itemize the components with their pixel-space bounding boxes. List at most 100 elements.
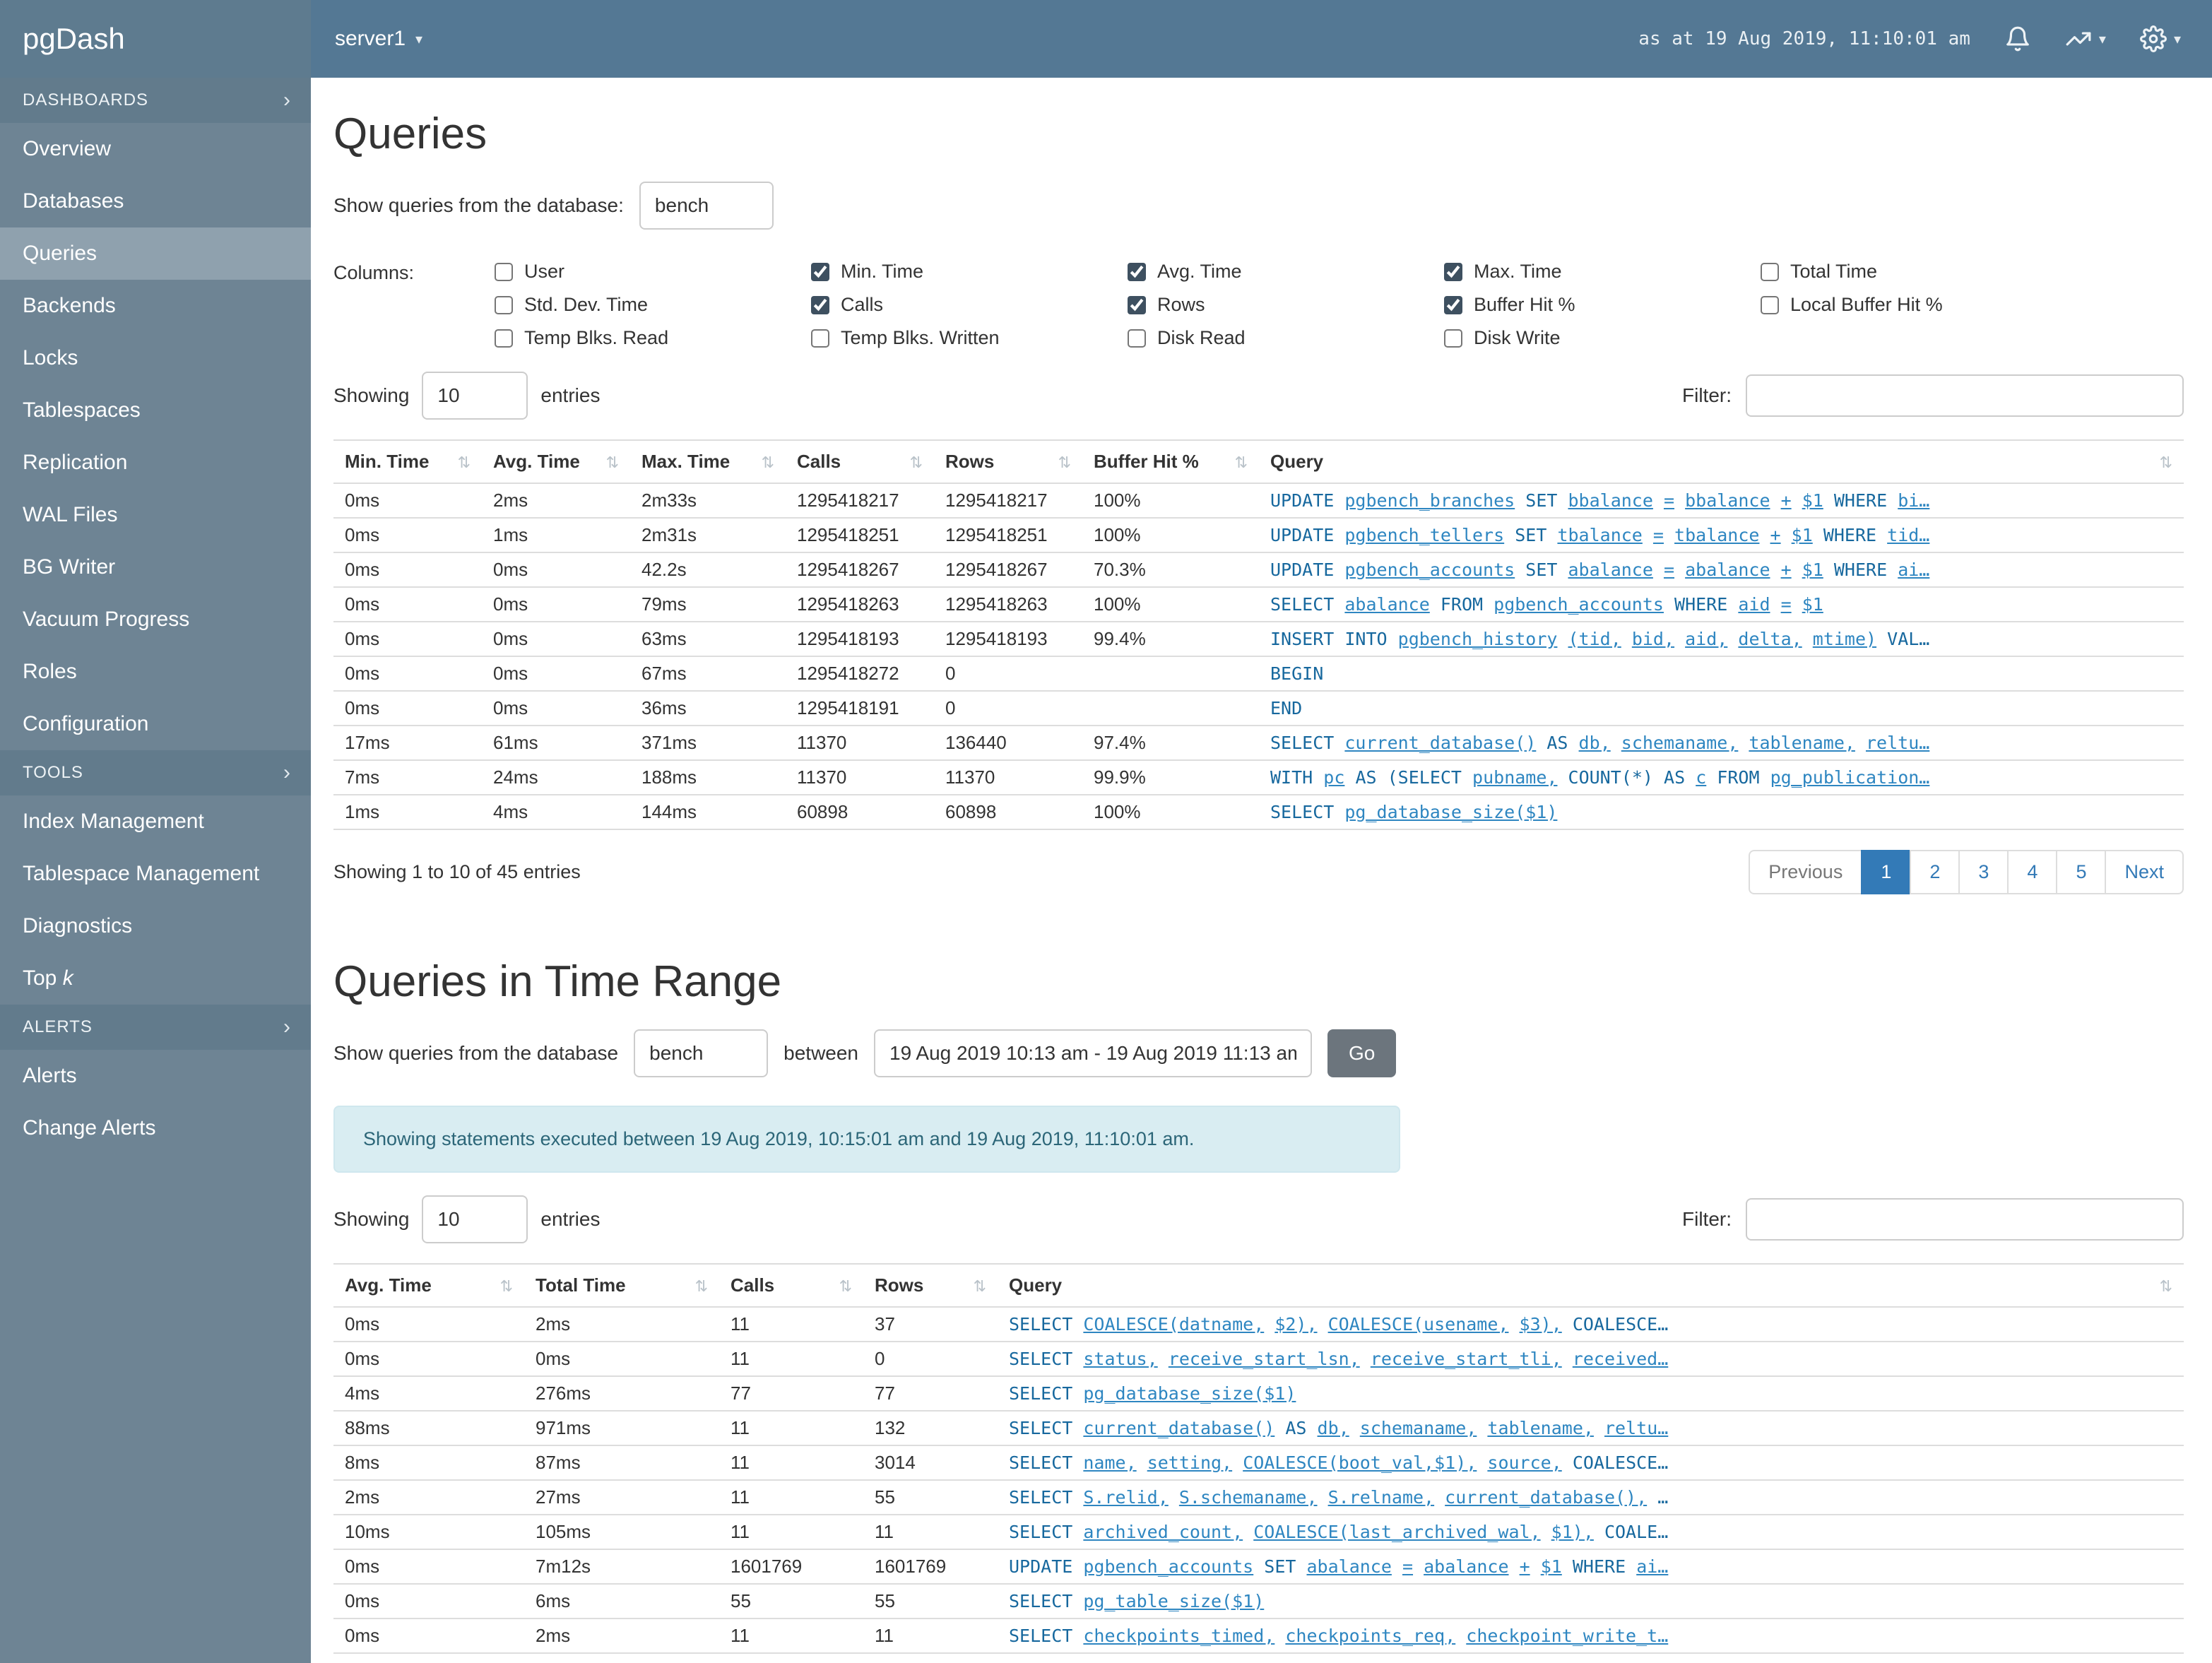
column-header-avg-time[interactable]: ⇅ Avg. Time (482, 439, 630, 484)
notifications-button[interactable] (2004, 25, 2031, 52)
checkbox-disk-read[interactable] (1128, 329, 1146, 348)
sort-icon[interactable]: ⇅ (2160, 454, 2172, 472)
checkbox-std-dev-time[interactable] (495, 295, 513, 314)
column-header-rows[interactable]: ⇅ Rows (863, 1263, 998, 1308)
sort-icon[interactable]: ⇅ (762, 454, 774, 472)
column-toggle-total-time[interactable]: Total Time (1761, 261, 2077, 283)
query-link[interactable]: SELECT name, setting, COALESCE(boot_val,… (1009, 1452, 1668, 1473)
column-toggle-min-time[interactable]: Min. Time (811, 261, 1128, 283)
checkbox-temp-blks-written[interactable] (811, 329, 829, 348)
checkbox-local-buffer-hit[interactable] (1761, 295, 1779, 314)
pagination-page-3[interactable]: 3 (1958, 850, 2009, 894)
filter-input[interactable] (1746, 374, 2184, 417)
query-link[interactable]: INSERT INTO pgbench_history (tid, bid, a… (1270, 629, 1929, 649)
column-header-rows[interactable]: ⇅ Rows (934, 439, 1082, 484)
sort-icon[interactable]: ⇅ (1058, 454, 1071, 472)
sidebar-item-alerts[interactable]: Alerts (0, 1050, 311, 1102)
sidebar-item-diagnostics[interactable]: Diagnostics (0, 900, 311, 952)
date-range-input[interactable] (874, 1029, 1313, 1077)
sort-icon[interactable]: ⇅ (695, 1277, 708, 1296)
sidebar-item-tablespaces[interactable]: Tablespaces (0, 384, 311, 437)
sort-icon[interactable]: ⇅ (1235, 454, 1248, 472)
sort-icon[interactable]: ⇅ (500, 1277, 513, 1296)
query-link[interactable]: END (1270, 698, 1302, 718)
column-header-avg-time[interactable]: ⇅ Avg. Time (333, 1263, 524, 1308)
query-link[interactable]: SELECT archived_count, COALESCE(last_arc… (1009, 1522, 1668, 1542)
sidebar-item-index-management[interactable]: Index Management (0, 795, 311, 848)
column-toggle-user[interactable]: User (495, 261, 811, 283)
sort-icon[interactable]: ⇅ (910, 454, 923, 472)
column-toggle-disk-read[interactable]: Disk Read (1128, 327, 1444, 349)
sidebar-item-roles[interactable]: Roles (0, 646, 311, 698)
checkbox-avg-time[interactable] (1128, 262, 1146, 281)
checkbox-calls[interactable] (811, 295, 829, 314)
sort-icon[interactable]: ⇅ (839, 1277, 852, 1296)
checkbox-min-time[interactable] (811, 262, 829, 281)
column-header-query[interactable]: ⇅ Query (1259, 439, 2184, 484)
column-header-calls[interactable]: ⇅ Calls (719, 1263, 863, 1308)
query-link[interactable]: UPDATE pgbench_branches SET bbalance = b… (1270, 490, 1929, 511)
query-link[interactable]: SELECT status, receive_start_lsn, receiv… (1009, 1349, 1668, 1369)
query-link[interactable]: SELECT COALESCE(datname, $2), COALESCE(u… (1009, 1314, 1668, 1334)
column-header-buffer-hit[interactable]: ⇅ Buffer Hit % (1082, 439, 1259, 484)
column-toggle-max-time[interactable]: Max. Time (1444, 261, 1761, 283)
query-link[interactable]: WITH pc AS (SELECT pubname, COUNT(*) AS … (1270, 767, 1929, 788)
database-input[interactable] (639, 182, 774, 230)
checkbox-disk-write[interactable] (1444, 329, 1462, 348)
column-toggle-std-dev-time[interactable]: Std. Dev. Time (495, 294, 811, 316)
checkbox-buffer-hit[interactable] (1444, 295, 1462, 314)
column-header-query[interactable]: ⇅ Query (998, 1263, 2184, 1308)
query-link[interactable]: SELECT abalance FROM pgbench_accounts WH… (1270, 594, 1823, 615)
sidebar-item-queries[interactable]: Queries (0, 227, 311, 280)
sidebar-section-header-tools[interactable]: TOOLS › (0, 750, 311, 795)
page-size-input-2[interactable] (422, 1195, 528, 1243)
column-header-calls[interactable]: ⇅ Calls (786, 439, 934, 484)
sidebar-item-overview[interactable]: Overview (0, 123, 311, 175)
column-toggle-temp-blks-written[interactable]: Temp Blks. Written (811, 327, 1128, 349)
sidebar-item-change-alerts[interactable]: Change Alerts (0, 1102, 311, 1154)
sidebar-item-top-k[interactable]: Top k (0, 952, 311, 1005)
sidebar-item-wal-files[interactable]: WAL Files (0, 489, 311, 541)
sidebar-item-tablespace-management[interactable]: Tablespace Management (0, 848, 311, 900)
sort-icon[interactable]: ⇅ (2160, 1277, 2172, 1296)
column-toggle-local-buffer-hit[interactable]: Local Buffer Hit % (1761, 294, 2077, 316)
sidebar-item-databases[interactable]: Databases (0, 175, 311, 227)
query-link[interactable]: SELECT pg_table_size($1) (1009, 1591, 1264, 1611)
pagination-previous[interactable]: Previous (1749, 850, 1863, 894)
query-link[interactable]: SELECT pg_database_size($1) (1009, 1383, 1296, 1404)
server-selector[interactable]: server1 ▾ (335, 27, 422, 51)
sidebar-item-backends[interactable]: Backends (0, 280, 311, 332)
column-toggle-avg-time[interactable]: Avg. Time (1128, 261, 1444, 283)
column-toggle-temp-blks-read[interactable]: Temp Blks. Read (495, 327, 811, 349)
query-link[interactable]: UPDATE pgbench_accounts SET abalance = a… (1270, 560, 1929, 580)
database-input-2[interactable] (634, 1029, 769, 1077)
query-link[interactable]: SELECT current_database() AS db, scheman… (1270, 733, 1929, 753)
page-size-input[interactable] (422, 372, 528, 420)
sidebar-item-locks[interactable]: Locks (0, 332, 311, 384)
pagination-page-2[interactable]: 2 (1910, 850, 1960, 894)
brand-logo[interactable]: pgDash (0, 0, 311, 78)
sidebar-item-bg-writer[interactable]: BG Writer (0, 541, 311, 593)
query-link[interactable]: UPDATE pgbench_accounts SET abalance = a… (1009, 1556, 1668, 1577)
sort-icon[interactable]: ⇅ (458, 454, 471, 472)
sort-icon[interactable]: ⇅ (974, 1277, 986, 1296)
query-link[interactable]: SELECT pg_database_size($1) (1270, 802, 1557, 822)
sidebar-item-configuration[interactable]: Configuration (0, 698, 311, 750)
sidebar-item-replication[interactable]: Replication (0, 437, 311, 489)
checkbox-max-time[interactable] (1444, 262, 1462, 281)
pagination-page-5[interactable]: 5 (2056, 850, 2107, 894)
column-toggle-disk-write[interactable]: Disk Write (1444, 327, 1761, 349)
pagination-next[interactable]: Next (2105, 850, 2184, 894)
query-link[interactable]: BEGIN (1270, 663, 1323, 684)
sidebar-section-header-dashboards[interactable]: DASHBOARDS › (0, 78, 311, 123)
column-header-total-time[interactable]: ⇅ Total Time (524, 1263, 719, 1308)
filter-input-2[interactable] (1746, 1198, 2184, 1241)
sidebar-section-header-alerts[interactable]: ALERTS › (0, 1005, 311, 1050)
checkbox-total-time[interactable] (1761, 262, 1779, 281)
column-toggle-rows[interactable]: Rows (1128, 294, 1444, 316)
column-header-min-time[interactable]: ⇅ Min. Time (333, 439, 482, 484)
checkbox-user[interactable] (495, 262, 513, 281)
go-button[interactable]: Go (1327, 1029, 1397, 1077)
column-header-max-time[interactable]: ⇅ Max. Time (630, 439, 786, 484)
column-toggle-calls[interactable]: Calls (811, 294, 1128, 316)
